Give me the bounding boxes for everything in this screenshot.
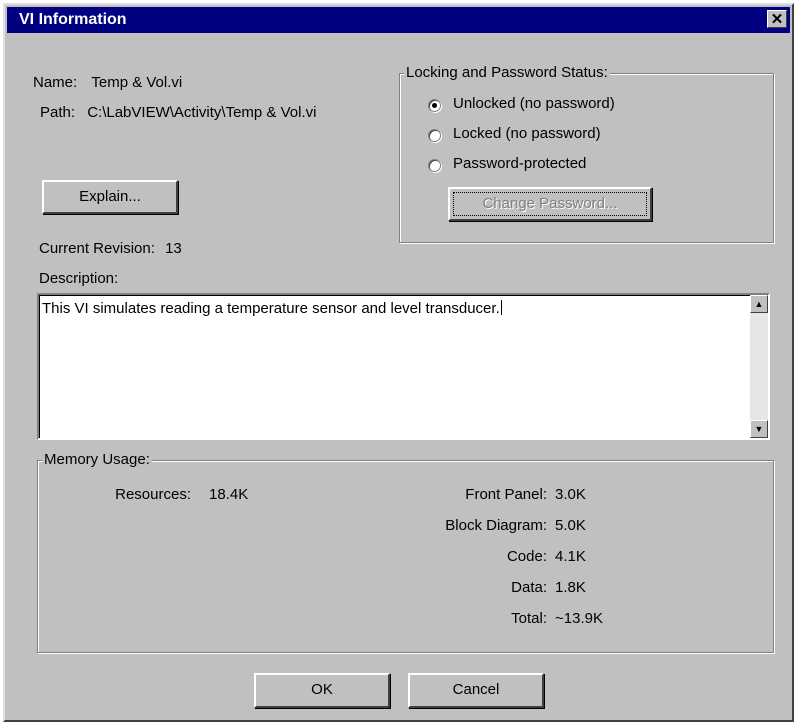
description-textarea[interactable]: This VI simulates reading a temperature … bbox=[37, 293, 770, 440]
locking-status-title: Locking and Password Status: bbox=[404, 64, 610, 81]
revision-label: Current Revision: bbox=[39, 240, 155, 257]
change-password-button[interactable]: Change Password... bbox=[448, 187, 652, 221]
name-value: Temp & Vol.vi bbox=[91, 74, 183, 91]
close-button[interactable]: ✕ bbox=[767, 10, 787, 28]
ok-button[interactable]: OK bbox=[254, 673, 390, 708]
resources-value: 18.4K bbox=[209, 486, 249, 503]
explain-button-label: Explain... bbox=[79, 188, 141, 205]
code-value: 4.1K bbox=[555, 548, 586, 565]
front-panel-label: Front Panel: bbox=[465, 486, 547, 503]
description-text-row: This VI simulates reading a temperature … bbox=[42, 300, 502, 317]
text-caret bbox=[500, 300, 502, 315]
name-label: Name: bbox=[33, 74, 78, 91]
path-label: Path: bbox=[40, 104, 76, 121]
title-bar[interactable]: VI Information ✕ bbox=[7, 7, 790, 33]
data-value: 1.8K bbox=[555, 579, 586, 596]
data-label: Data: bbox=[511, 579, 547, 596]
vi-information-dialog: VI Information ✕ Name: Temp & Vol.vi Pat… bbox=[3, 3, 794, 722]
block-diagram-label: Block Diagram: bbox=[445, 517, 547, 534]
locked-label[interactable]: Locked (no password) bbox=[453, 125, 601, 142]
ok-button-label: OK bbox=[311, 681, 333, 698]
front-panel-value: 3.0K bbox=[555, 486, 586, 503]
down-arrow-icon: ▼ bbox=[754, 424, 764, 434]
description-text: This VI simulates reading a temperature … bbox=[42, 300, 500, 317]
revision-value: 13 bbox=[165, 240, 182, 257]
scroll-up-button[interactable]: ▲ bbox=[750, 295, 768, 313]
total-label: Total: bbox=[511, 610, 547, 627]
block-diagram-value: 5.0K bbox=[555, 517, 586, 534]
path-row: Path: C:\LabVIEW\Activity\Temp & Vol.vi bbox=[40, 104, 316, 121]
close-icon: ✕ bbox=[770, 11, 784, 28]
cancel-button[interactable]: Cancel bbox=[408, 673, 544, 708]
scroll-down-button[interactable]: ▼ bbox=[750, 420, 768, 438]
resources-label: Resources: bbox=[115, 486, 191, 503]
path-value: C:\LabVIEW\Activity\Temp & Vol.vi bbox=[87, 104, 317, 121]
description-scrollbar[interactable]: ▲ ▼ bbox=[750, 295, 768, 438]
description-label: Description: bbox=[39, 270, 119, 287]
dialog-title: VI Information bbox=[19, 11, 127, 28]
unlocked-radio[interactable] bbox=[428, 99, 441, 112]
total-value: ~13.9K bbox=[555, 610, 603, 627]
name-row: Name: Temp & Vol.vi bbox=[33, 74, 182, 91]
cancel-button-label: Cancel bbox=[452, 681, 500, 698]
locked-radio[interactable] bbox=[428, 129, 441, 142]
explain-button[interactable]: Explain... bbox=[42, 180, 178, 214]
password-protected-label[interactable]: Password-protected bbox=[453, 155, 586, 172]
password-protected-radio[interactable] bbox=[428, 159, 441, 172]
memory-usage-title: Memory Usage: bbox=[42, 451, 152, 468]
up-arrow-icon: ▲ bbox=[754, 299, 764, 309]
code-label: Code: bbox=[506, 548, 547, 565]
focus-rect bbox=[453, 192, 647, 216]
unlocked-label[interactable]: Unlocked (no password) bbox=[453, 95, 615, 112]
revision-row: Current Revision: 13 bbox=[39, 240, 182, 257]
